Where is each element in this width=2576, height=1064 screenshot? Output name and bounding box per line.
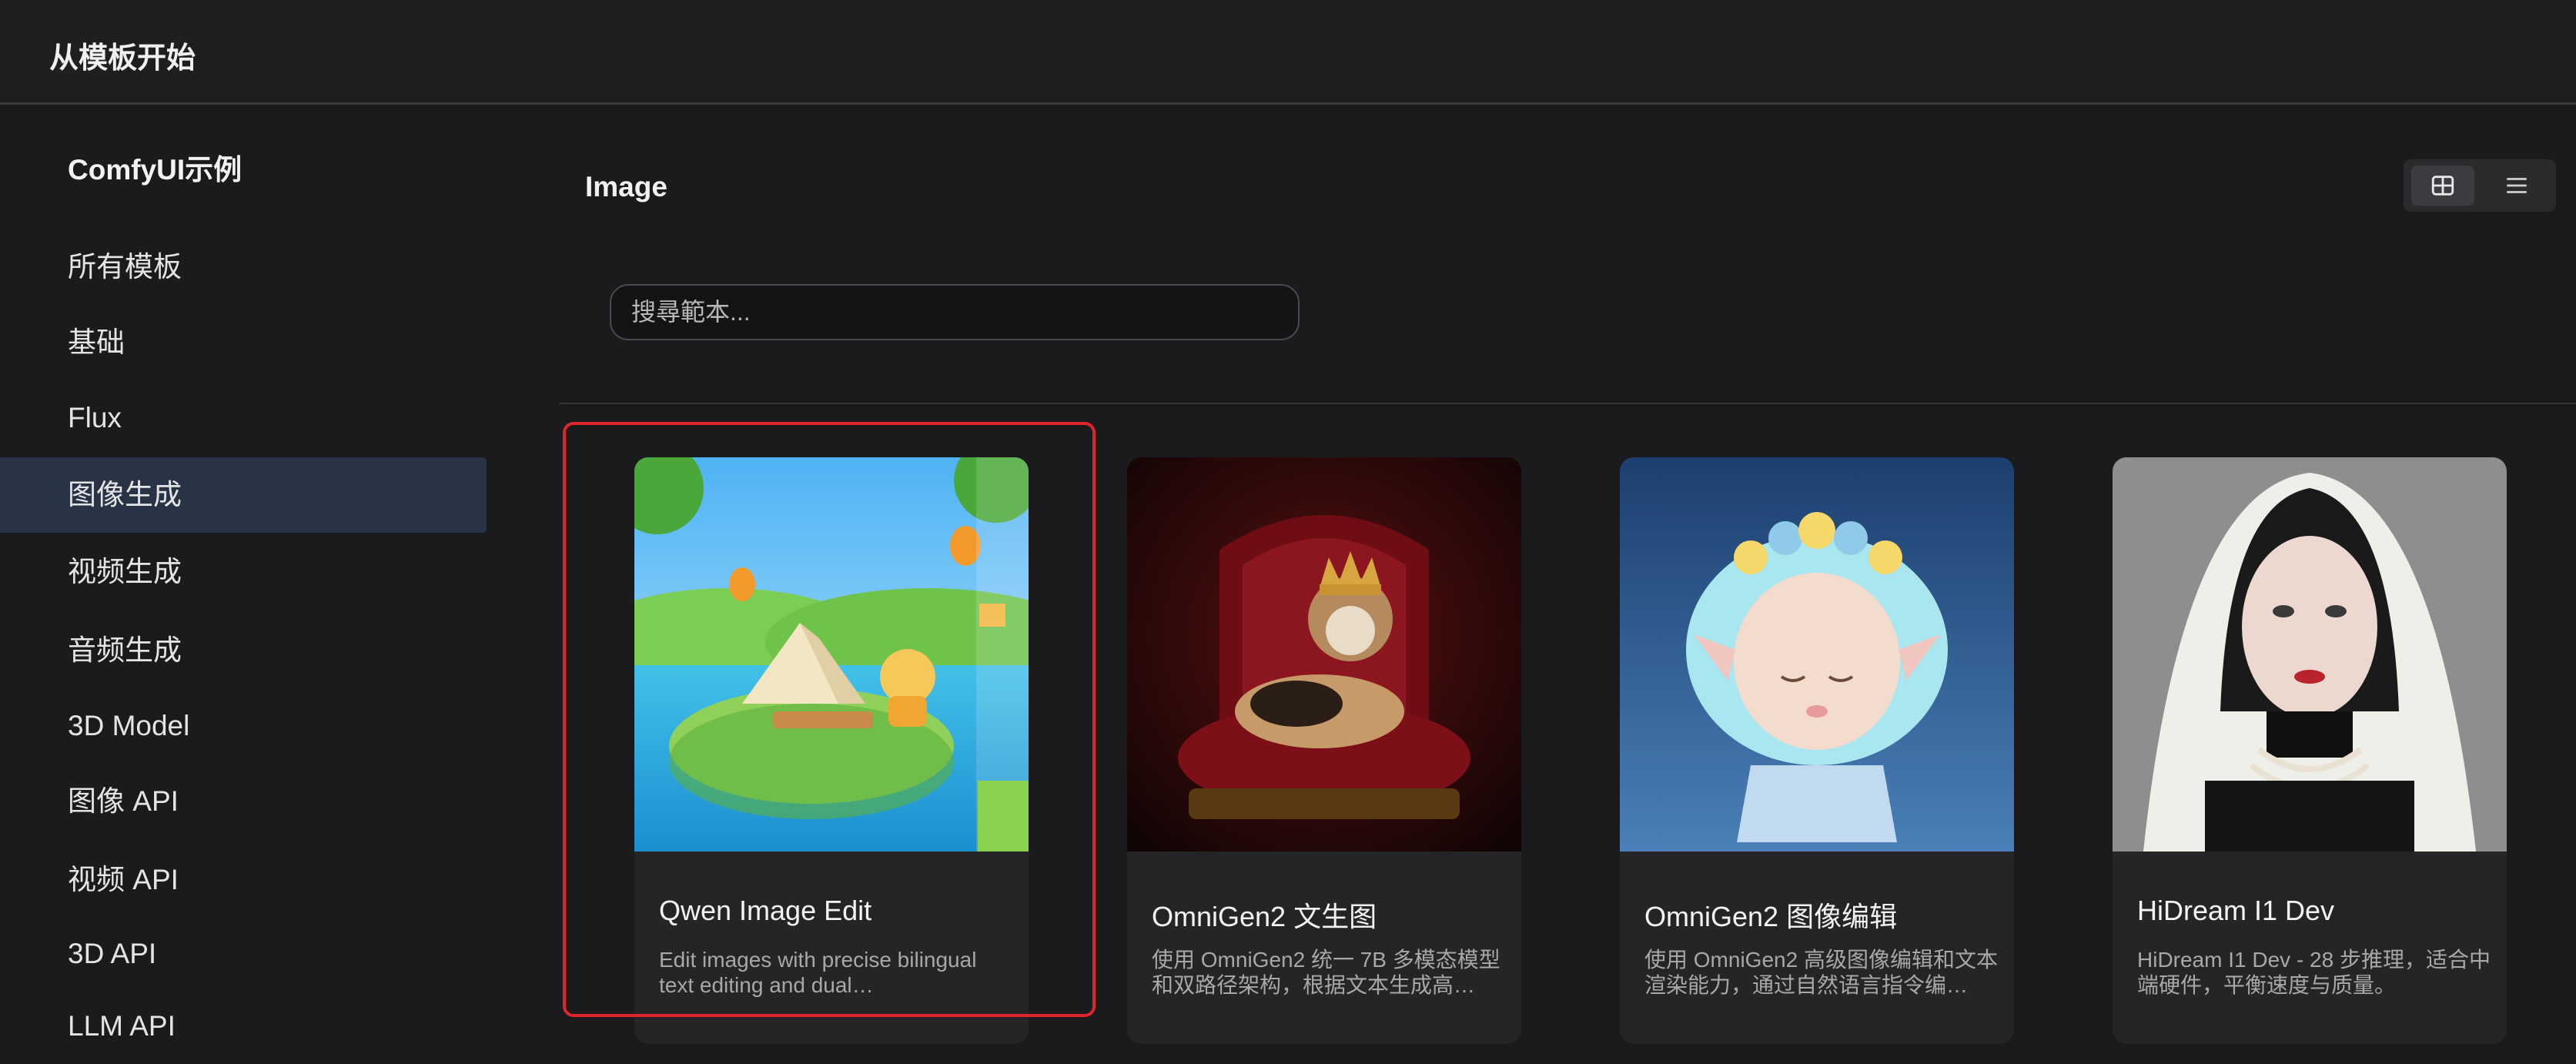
card-title: HiDream I1 Dev [2137, 895, 2335, 926]
sidebar-item-audio-generation[interactable]: 音频生成 [0, 613, 487, 688]
template-card-omnigen2-image-edit[interactable]: OmniGen2 图像编辑 使用 OmniGen2 高级图像编辑和文本渲染能力，… [1620, 457, 2014, 1044]
sidebar-item-basics[interactable]: 基础 [0, 305, 487, 380]
card-title: Qwen Image Edit [659, 895, 872, 926]
sidebar: ComfyUI示例 所有模板 基础 Flux 图像生成 视频生成 音频生成 3D… [0, 105, 487, 1044]
top-bar: 从模板开始 [0, 0, 2576, 105]
sidebar-item-label: 所有模板 [68, 251, 182, 283]
sidebar-item-label: Flux [68, 402, 122, 433]
card-description: 使用 OmniGen2 统一 7B 多模态模型和双路径架构，根据文本生成高… [1152, 948, 1500, 997]
card-title: OmniGen2 文生图 [1152, 901, 1377, 932]
sidebar-item-llm-api[interactable]: LLM API [0, 989, 487, 1064]
card-description: Edit images with precise bilingual text … [659, 948, 977, 997]
sidebar-item-video-api[interactable]: 视频 API [0, 842, 487, 918]
card-description: HiDream I1 Dev - 28 步推理，适合中端硬件，平衡速度与质量。 [2137, 948, 2491, 997]
sidebar-heading: ComfyUI示例 [68, 154, 243, 186]
template-card-omnigen2-text-to-image[interactable]: OmniGen2 文生图 使用 OmniGen2 统一 7B 多模态模型和双路径… [1127, 457, 1521, 1044]
sidebar-item-label: 3D API [68, 938, 157, 969]
sidebar-item-label: 图像 API [68, 785, 179, 817]
card-description: 使用 OmniGen2 高级图像编辑和文本渲染能力，通过自然语言指令编… [1644, 948, 1998, 997]
page-title: 从模板开始 [49, 42, 196, 75]
template-card-qwen-image-edit[interactable]: Qwen Image Edit Edit images with precise… [634, 457, 1029, 1044]
card-thumbnail-image [634, 457, 1029, 852]
template-card-hidream-i1-dev[interactable]: HiDream I1 Dev HiDream I1 Dev - 28 步推理，适… [2113, 457, 2507, 1044]
sidebar-item-flux[interactable]: Flux [0, 380, 487, 456]
sidebar-item-label: 音频生成 [68, 634, 182, 666]
sidebar-item-label: 图像生成 [68, 479, 182, 510]
card-thumbnail-image [1127, 457, 1521, 852]
sidebar-item-video-generation[interactable]: 视频生成 [0, 534, 487, 610]
section-title: Image [585, 171, 667, 202]
sidebar-item-3d-api[interactable]: 3D API [0, 916, 487, 992]
divider [560, 403, 2576, 404]
sidebar-item-image-generation[interactable]: 图像生成 [0, 457, 487, 533]
view-toggle [2404, 159, 2556, 212]
sidebar-item-label: 视频生成 [68, 556, 182, 587]
sidebar-item-label: 3D Model [68, 710, 190, 741]
card-thumbnail-image [1620, 457, 2014, 852]
card-thumbnail-image [2113, 457, 2507, 852]
sidebar-item-image-api[interactable]: 图像 API [0, 764, 487, 839]
sidebar-item-3d-model[interactable]: 3D Model [0, 688, 487, 764]
sidebar-item-label: LLM API [68, 1010, 176, 1042]
sidebar-item-all-templates[interactable]: 所有模板 [0, 229, 487, 305]
sidebar-item-label: 基础 [68, 326, 125, 358]
card-title: OmniGen2 图像编辑 [1644, 901, 1898, 932]
sidebar-item-label: 视频 API [68, 864, 179, 895]
list-icon [2507, 178, 2527, 193]
grid-icon [2431, 176, 2454, 196]
list-view-button[interactable] [2485, 166, 2548, 206]
search-input[interactable] [610, 284, 1300, 340]
grid-view-button[interactable] [2411, 166, 2474, 206]
